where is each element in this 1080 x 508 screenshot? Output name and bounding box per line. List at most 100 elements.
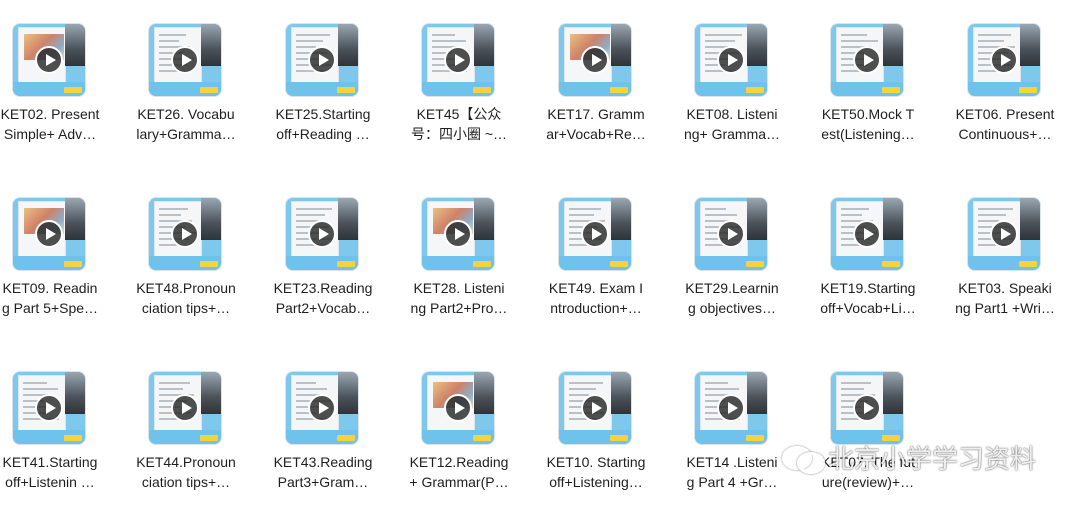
video-title-line2: + Grammar(P…: [409, 474, 509, 490]
video-item[interactable]: KET12.Reading + Grammar(P…: [409, 348, 529, 508]
video-title[interactable]: KET03. Speaki ng Part1 +Wri…: [955, 278, 1055, 318]
video-title[interactable]: KET06. Present Continuous+…: [955, 104, 1055, 144]
video-item[interactable]: KET49. Exam I ntroduction+…: [546, 174, 666, 334]
video-title[interactable]: KET14 .Listeni g Part 4 +Gr…: [682, 452, 782, 492]
video-item[interactable]: KET14 .Listeni g Part 4 +Gr…: [682, 348, 802, 508]
video-thumbnail[interactable]: [13, 372, 85, 444]
video-item[interactable]: KET17. Gramm ar+Vocab+Re…: [546, 0, 666, 160]
video-item[interactable]: KET26. Vocabu lary+Gramma…: [136, 0, 256, 160]
play-icon[interactable]: [444, 46, 472, 74]
video-title[interactable]: KET19.Starting off+Vocab+Li…: [818, 278, 918, 318]
play-icon[interactable]: [717, 394, 745, 422]
video-item[interactable]: KET41.Starting off+Listenin …: [0, 348, 120, 508]
video-title[interactable]: KET10. Starting off+Listening…: [546, 452, 646, 492]
play-icon[interactable]: [308, 394, 336, 422]
video-title[interactable]: KET45【公众 号：四小圈 ~…: [409, 104, 509, 144]
video-thumbnail[interactable]: [149, 24, 221, 96]
video-thumbnail[interactable]: [559, 372, 631, 444]
video-thumbnail[interactable]: [286, 24, 358, 96]
video-title[interactable]: KET02. Present Simple+ Adv…: [0, 104, 100, 144]
play-icon[interactable]: [581, 394, 609, 422]
video-title[interactable]: KET09. Readin g Part 5+Spe…: [0, 278, 100, 318]
video-thumbnail[interactable]: [13, 24, 85, 96]
video-title[interactable]: KET25.Starting off+Reading …: [273, 104, 373, 144]
brand-strip: [286, 430, 358, 444]
play-icon[interactable]: [581, 220, 609, 248]
play-icon[interactable]: [308, 220, 336, 248]
play-icon[interactable]: [853, 220, 881, 248]
video-title[interactable]: KET49. Exam I ntroduction+…: [546, 278, 646, 318]
video-thumbnail[interactable]: [559, 24, 631, 96]
video-thumbnail[interactable]: [968, 24, 1040, 96]
video-title[interactable]: KET43.Reading Part3+Gram…: [273, 452, 373, 492]
video-title[interactable]: KET29.Learnin g objectives…: [682, 278, 782, 318]
video-item[interactable]: KET02. Present Simple+ Adv…: [0, 0, 120, 160]
video-item[interactable]: KET50.Mock T est(Listening…: [818, 0, 938, 160]
video-thumbnail[interactable]: [286, 372, 358, 444]
video-thumbnail[interactable]: [968, 198, 1040, 270]
video-item[interactable]: KET43.Reading Part3+Gram…: [273, 348, 393, 508]
webcam-preview: [611, 24, 631, 66]
play-icon[interactable]: [171, 394, 199, 422]
video-title[interactable]: KET50.Mock T est(Listening…: [818, 104, 918, 144]
brand-strip: [422, 430, 494, 444]
video-item[interactable]: KET28. Listeni ng Part2+Pro…: [409, 174, 529, 334]
video-thumbnail[interactable]: [149, 372, 221, 444]
video-item[interactable]: KET03. Speaki ng Part1 +Wri…: [955, 174, 1075, 334]
video-title[interactable]: KET12.Reading + Grammar(P…: [409, 452, 509, 492]
video-title-line1: KET28. Listeni: [413, 280, 505, 296]
play-icon[interactable]: [308, 46, 336, 74]
video-item[interactable]: KET29.Learnin g objectives…: [682, 174, 802, 334]
video-item[interactable]: KET06. Present Continuous+…: [955, 0, 1075, 160]
play-icon[interactable]: [35, 220, 63, 248]
video-title[interactable]: KET41.Starting off+Listenin …: [0, 452, 100, 492]
video-thumbnail[interactable]: [422, 198, 494, 270]
video-item[interactable]: KET44.Pronoun ciation tips+…: [136, 348, 256, 508]
video-title[interactable]: KET26. Vocabu lary+Gramma…: [136, 104, 236, 144]
video-item[interactable]: KET07. The fut ure(review)+…: [818, 348, 938, 508]
wechat-icon: [782, 442, 825, 474]
video-thumbnail[interactable]: [422, 372, 494, 444]
video-thumbnail[interactable]: [695, 198, 767, 270]
video-title[interactable]: KET23.Reading Part2+Vocab…: [273, 278, 373, 318]
video-item[interactable]: KET19.Starting off+Vocab+Li…: [818, 174, 938, 334]
play-icon[interactable]: [581, 46, 609, 74]
video-thumbnail[interactable]: [422, 24, 494, 96]
video-thumbnail[interactable]: [695, 372, 767, 444]
video-title[interactable]: KET44.Pronoun ciation tips+…: [136, 452, 236, 492]
play-icon[interactable]: [853, 46, 881, 74]
video-title[interactable]: KET48.Pronoun ciation tips+…: [136, 278, 236, 318]
play-icon[interactable]: [444, 394, 472, 422]
play-icon[interactable]: [35, 46, 63, 74]
video-item[interactable]: KET48.Pronoun ciation tips+…: [136, 174, 256, 334]
play-icon[interactable]: [444, 220, 472, 248]
play-icon[interactable]: [717, 220, 745, 248]
play-icon[interactable]: [171, 220, 199, 248]
video-title[interactable]: KET08. Listeni ng+ Gramma…: [682, 104, 782, 144]
video-item[interactable]: KET08. Listeni ng+ Gramma…: [682, 0, 802, 160]
video-thumbnail[interactable]: [286, 198, 358, 270]
video-thumbnail[interactable]: [149, 198, 221, 270]
video-title-line1: KET02. Present: [0, 106, 100, 122]
video-thumbnail[interactable]: [695, 24, 767, 96]
video-thumbnail[interactable]: [831, 198, 903, 270]
video-thumbnail[interactable]: [559, 198, 631, 270]
video-item[interactable]: KET45【公众 号：四小圈 ~…: [409, 0, 529, 160]
play-icon[interactable]: [853, 394, 881, 422]
video-title-line2: Continuous+…: [958, 126, 1052, 142]
play-icon[interactable]: [990, 46, 1018, 74]
video-thumbnail[interactable]: [13, 198, 85, 270]
video-thumbnail[interactable]: [831, 372, 903, 444]
video-title-line1: KET43.Reading: [273, 454, 373, 470]
video-title[interactable]: KET28. Listeni ng Part2+Pro…: [409, 278, 509, 318]
video-item[interactable]: KET10. Starting off+Listening…: [546, 348, 666, 508]
video-item[interactable]: KET23.Reading Part2+Vocab…: [273, 174, 393, 334]
play-icon[interactable]: [717, 46, 745, 74]
video-title[interactable]: KET17. Gramm ar+Vocab+Re…: [546, 104, 646, 144]
play-icon[interactable]: [171, 46, 199, 74]
play-icon[interactable]: [990, 220, 1018, 248]
video-item[interactable]: KET25.Starting off+Reading …: [273, 0, 393, 160]
video-thumbnail[interactable]: [831, 24, 903, 96]
play-icon[interactable]: [35, 394, 63, 422]
video-item[interactable]: KET09. Readin g Part 5+Spe…: [0, 174, 120, 334]
